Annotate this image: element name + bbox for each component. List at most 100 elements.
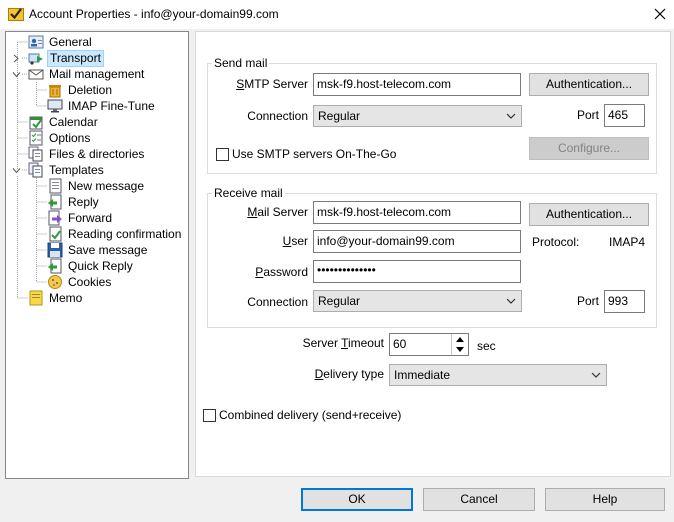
- help-button[interactable]: Help: [545, 488, 665, 511]
- close-icon[interactable]: [652, 6, 668, 22]
- tree-item-label: Reply: [68, 194, 99, 209]
- files-icon: [28, 146, 43, 162]
- collapse-templates-icon[interactable]: [12, 166, 21, 175]
- tree-item-save-message[interactable]: Save message: [47, 242, 149, 258]
- reading-confirmation-icon: [49, 226, 62, 242]
- tree-item-label: Options: [49, 130, 91, 145]
- forward-icon: [48, 210, 62, 226]
- trash-icon: [49, 85, 61, 98]
- cancel-button[interactable]: Cancel: [423, 488, 535, 511]
- chevron-down-icon: [506, 298, 516, 304]
- templates-icon: [28, 162, 43, 178]
- receive-port-label: Port: [576, 294, 599, 308]
- server-timeout-label: Server Timeout: [302, 336, 384, 350]
- send-connection-select[interactable]: Regular: [313, 105, 522, 127]
- tree-item-mail-management[interactable]: Mail management: [28, 66, 146, 82]
- tree-item-label: Cookies: [68, 274, 112, 289]
- chevron-down-icon: [506, 113, 516, 119]
- tree-item-general[interactable]: General: [28, 34, 94, 50]
- collapse-mail-management-icon[interactable]: [12, 70, 21, 79]
- app-check-icon: [8, 8, 24, 21]
- tree-item-label: Files & directories: [49, 146, 145, 161]
- tree-item-deletion[interactable]: Deletion: [47, 82, 114, 98]
- tree-item-label: Save message: [68, 242, 148, 257]
- server-timeout-value: 60: [393, 337, 407, 351]
- protocol-value: IMAP4: [609, 235, 646, 249]
- tree-item-calendar[interactable]: Calendar: [28, 114, 100, 130]
- smtp-server-input[interactable]: msk-f9.host-telecom.com: [313, 73, 521, 96]
- configure-button[interactable]: Configure...: [529, 137, 649, 160]
- combined-delivery-label: Combined delivery (send+receive): [219, 408, 402, 422]
- receive-mail-legend: Receive mail: [214, 186, 283, 200]
- expand-transport-icon[interactable]: [12, 54, 21, 63]
- tree-item-label: Mail management: [49, 66, 145, 81]
- receive-connection-select[interactable]: Regular: [313, 290, 522, 312]
- reply-icon: [48, 194, 62, 210]
- transport-panel: Send mail SMTP Server msk-f9.host-teleco…: [195, 31, 671, 477]
- onthego-checkbox[interactable]: [216, 148, 229, 161]
- tree-item-quick-reply[interactable]: Quick Reply: [47, 258, 135, 274]
- server-timeout-spinner[interactable]: 60: [389, 333, 469, 356]
- mail-server-input[interactable]: msk-f9.host-telecom.com: [313, 201, 521, 224]
- memo-icon: [29, 290, 43, 306]
- combined-delivery-checkbox[interactable]: [203, 409, 216, 422]
- protocol-label: Protocol:: [532, 235, 580, 249]
- send-authentication-button[interactable]: Authentication...: [529, 73, 649, 96]
- mail-server-label: Mail Server: [247, 205, 308, 219]
- tree-item-transport[interactable]: Transport: [28, 49, 104, 67]
- window-title: Account Properties - info@your-domain99.…: [29, 7, 279, 21]
- tree-item-label: Forward: [68, 210, 113, 225]
- tree-item-label: Deletion: [68, 82, 113, 97]
- tree-item-reading-confirmation[interactable]: Reading confirmation: [47, 226, 183, 242]
- person-card-icon: [28, 35, 44, 49]
- tree-item-label: General: [49, 34, 92, 49]
- delivery-type-select[interactable]: Immediate: [389, 364, 607, 386]
- tree-item-reply[interactable]: Reply: [47, 194, 101, 210]
- delivery-type-label: Delivery type: [314, 367, 384, 381]
- tree-item-files-directories[interactable]: Files & directories: [28, 146, 146, 162]
- send-port-input[interactable]: 465: [604, 104, 645, 127]
- monitor-icon: [47, 99, 63, 113]
- receive-connection-label: Connection: [247, 295, 308, 309]
- calendar-icon: [29, 116, 43, 130]
- tree-item-label: Quick Reply: [68, 258, 133, 273]
- tree-item-options[interactable]: Options: [28, 130, 92, 146]
- tree-item-imap-fine-tune[interactable]: IMAP Fine-Tune: [47, 98, 157, 114]
- transport-icon: [28, 53, 43, 65]
- spin-down-icon[interactable]: [452, 344, 467, 354]
- spin-up-icon[interactable]: [452, 334, 467, 344]
- tree-item-new-message[interactable]: New message: [47, 178, 146, 194]
- password-input[interactable]: ••••••••••••••: [313, 260, 521, 283]
- tree-item-templates[interactable]: Templates: [28, 162, 106, 178]
- receive-port-input[interactable]: 993: [604, 290, 645, 313]
- tree-item-cookies[interactable]: Cookies: [47, 274, 113, 290]
- quick-reply-icon: [48, 258, 62, 274]
- smtp-server-label: SMTP Server: [236, 77, 308, 91]
- onthego-label: Use SMTP servers On-The-Go: [232, 147, 397, 161]
- send-connection-value: Regular: [318, 109, 361, 123]
- new-message-icon: [49, 178, 62, 194]
- delivery-type-value: Immediate: [394, 368, 451, 382]
- cookie-icon: [48, 275, 62, 289]
- receive-authentication-button[interactable]: Authentication...: [529, 203, 649, 226]
- tree-item-memo[interactable]: Memo: [28, 290, 84, 306]
- tree-item-label: Calendar: [49, 114, 98, 129]
- tree-item-label: Reading confirmation: [68, 226, 182, 241]
- tree-item-label: IMAP Fine-Tune: [68, 98, 155, 113]
- envelope-icon: [28, 69, 44, 80]
- receive-connection-value: Regular: [318, 294, 361, 308]
- title-bar: Account Properties - info@your-domain99.…: [0, 0, 674, 29]
- ok-button[interactable]: OK: [301, 488, 413, 511]
- settings-tree[interactable]: General Transport Mail management Deleti…: [5, 31, 189, 479]
- save-icon: [47, 242, 63, 258]
- user-input[interactable]: info@your-domain99.com: [313, 230, 521, 253]
- tree-item-label: New message: [68, 178, 145, 193]
- password-label: Password: [255, 265, 308, 279]
- spinner-buttons[interactable]: [451, 334, 467, 355]
- tree-item-label: Transport: [47, 49, 104, 67]
- tree-item-forward[interactable]: Forward: [47, 210, 114, 226]
- send-connection-label: Connection: [247, 109, 308, 123]
- checklist-icon: [29, 130, 43, 146]
- user-label: User: [282, 234, 308, 248]
- send-port-label: Port: [576, 108, 599, 122]
